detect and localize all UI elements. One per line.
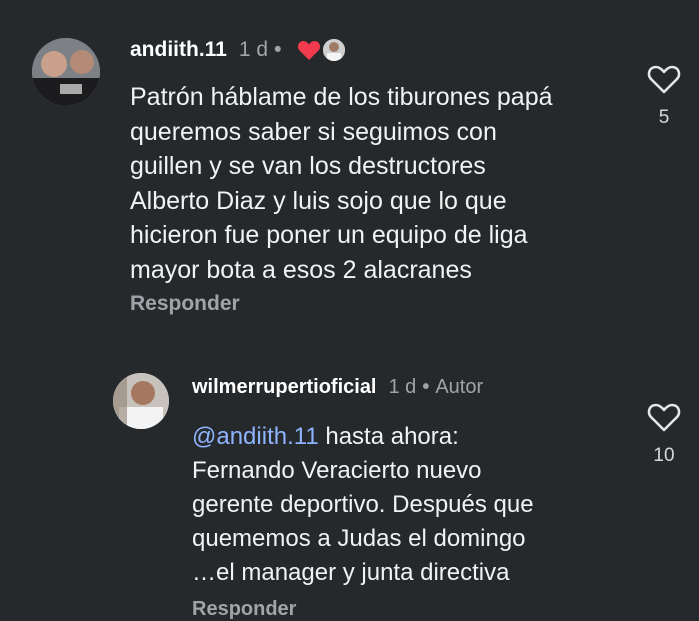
comment-text: Patrón háblame de los tiburones papá que… [130, 83, 553, 284]
reply-button[interactable]: Responder [192, 598, 296, 621]
heart-outline-icon[interactable] [647, 64, 681, 99]
like-column: 5 [644, 64, 684, 129]
like-count: 10 [653, 445, 675, 466]
reply-header: wilmerrupertioficial 1 d • Autor [192, 373, 483, 401]
creator-heart-icon [297, 39, 321, 61]
author-badge: Autor [435, 375, 484, 398]
separator-dot: • [274, 38, 282, 61]
separator-dot: • [422, 375, 430, 398]
mention-link[interactable]: @andiith.11 [192, 423, 319, 450]
timestamp: 1 d [238, 38, 269, 61]
timestamp: 1 d [388, 375, 417, 398]
comment-header: andiith.11 1 d • [130, 36, 346, 64]
reply-text: @andiith.11 hasta ahora: Fernando Veraci… [192, 420, 612, 590]
avatar-image [113, 373, 169, 429]
like-count: 5 [658, 107, 670, 128]
avatar-andiith[interactable] [32, 38, 100, 106]
username[interactable]: wilmerrupertioficial [192, 376, 377, 399]
heart-outline-icon[interactable] [647, 402, 681, 437]
reply-wilmerrupertioficial: wilmerrupertioficial 1 d • Autor @andiit… [0, 340, 699, 620]
creator-badge-avatar [323, 39, 346, 61]
reply-button[interactable]: Responder [130, 292, 240, 316]
comment-andiith: andiith.11 1 d • Patrón háblame de los t… [0, 0, 699, 340]
like-column: 10 [644, 402, 684, 467]
avatar-wilmerrupertioficial[interactable] [113, 373, 169, 429]
username[interactable]: andiith.11 [130, 38, 227, 62]
avatar-image [32, 38, 100, 106]
